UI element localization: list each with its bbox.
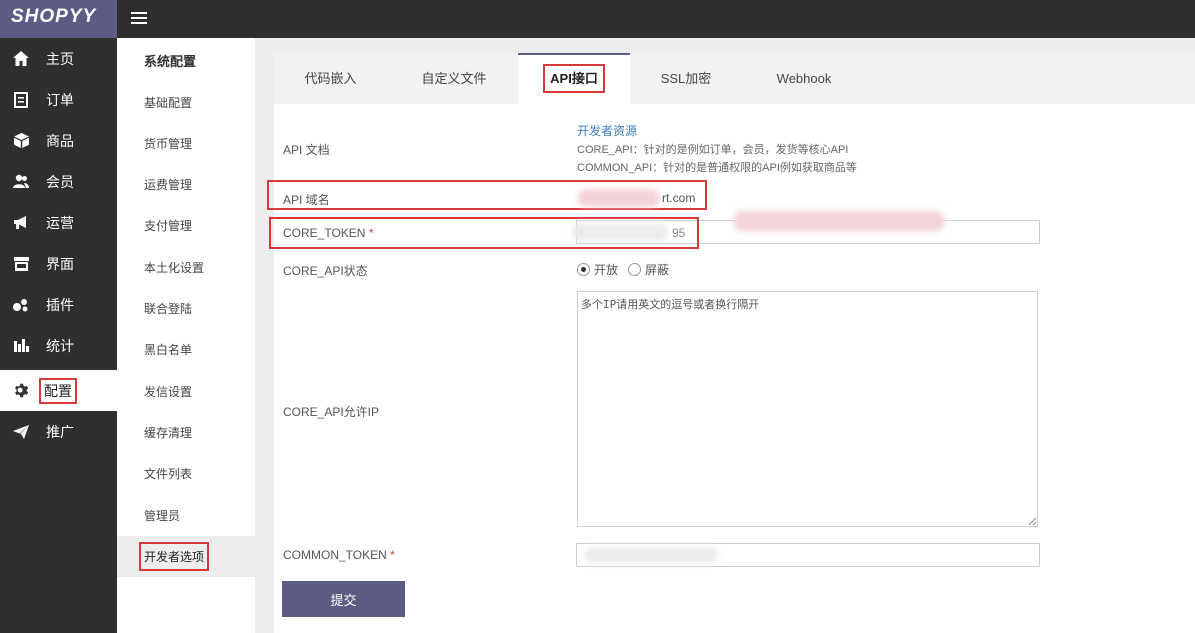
subnav-label: 联合登陆 <box>144 302 193 316</box>
core-api-status-label: CORE_API状态 <box>283 264 368 278</box>
radio-block-label: 屏蔽 <box>645 263 670 277</box>
nav-item-config[interactable]: 配置 <box>0 370 117 411</box>
subnav-item-blacklist[interactable]: 黑白名单 <box>117 329 255 370</box>
tab-webhook[interactable]: Webhook <box>746 53 862 104</box>
subnav-label: 开发者选项 <box>139 542 210 571</box>
radio-open[interactable] <box>577 263 590 276</box>
secondary-sidebar: 系统配置 基础配置 货币管理 运费管理 支付管理 本土化设置 联合登陆 黑白名单… <box>117 38 255 633</box>
tab-bar: 代码嵌入 自定义文件 API接口 SSL加密 Webhook <box>274 53 1195 104</box>
subnav-label: 本土化设置 <box>144 261 205 275</box>
nav-label: 会员 <box>46 173 74 190</box>
tab-ssl[interactable]: SSL加密 <box>630 53 742 104</box>
subnav-label: 运费管理 <box>144 178 193 192</box>
allowed-ip-label: CORE_API允许IP <box>283 405 380 419</box>
nav-label: 配置 <box>39 377 77 404</box>
subnav-item-developer[interactable]: 开发者选项 <box>117 536 255 577</box>
subnav-label: 黑白名单 <box>144 343 193 357</box>
nav-item-members[interactable]: 会员 <box>0 161 117 202</box>
storefront-icon <box>12 255 30 273</box>
primary-sidebar: 主页 订单 商品 会员 运营 界面 插件 统计 配置 推广 <box>0 38 117 633</box>
api-doc-label: API 文档 <box>283 143 330 157</box>
nav-label: 主页 <box>46 50 74 67</box>
nav-label: 界面 <box>46 255 74 272</box>
plugin-icon <box>12 296 30 314</box>
allowed-ip-textarea[interactable] <box>577 291 1038 527</box>
nav-label: 订单 <box>46 91 74 108</box>
nav-item-statistics[interactable]: 统计 <box>0 325 117 366</box>
subnav-label: 货币管理 <box>144 137 193 151</box>
tab-api[interactable]: API接口 <box>518 53 630 104</box>
redacted-token-overlay <box>734 211 944 231</box>
core-api-status-radios: 开放 屏蔽 <box>577 261 669 278</box>
box-icon <box>12 132 30 150</box>
radio-block[interactable] <box>628 263 642 276</box>
nav-item-operations[interactable]: 运营 <box>0 202 117 243</box>
top-bar: SHOPYY <box>0 0 1195 38</box>
subnav-label: 管理员 <box>144 509 181 523</box>
common-token-label: COMMON_TOKEN * <box>283 548 395 562</box>
core-token-label: CORE_TOKEN * <box>283 226 373 240</box>
common-api-note: COMMON_API：针对的是普通权限的API例如获取商品等 <box>577 162 857 174</box>
required-mark: * <box>390 548 395 562</box>
nav-item-promotion[interactable]: 推广 <box>0 411 117 452</box>
tab-label: API接口 <box>543 64 605 93</box>
hamburger-menu-icon[interactable] <box>131 9 147 29</box>
nav-label: 运营 <box>46 214 74 231</box>
subnav-item-cache[interactable]: 缓存清理 <box>117 412 255 453</box>
nav-label: 商品 <box>46 132 74 149</box>
subnav-item-currency[interactable]: 货币管理 <box>117 123 255 164</box>
subnav-item-files[interactable]: 文件列表 <box>117 453 255 494</box>
radio-open-label: 开放 <box>594 263 619 277</box>
subnav-header: 系统配置 <box>144 54 197 69</box>
subnav-item-admins[interactable]: 管理员 <box>117 495 255 536</box>
subnav-item-shipping[interactable]: 运费管理 <box>117 164 255 205</box>
api-domain-label: API 域名 <box>283 193 330 207</box>
subnav-label: 文件列表 <box>144 467 193 481</box>
nav-item-interface[interactable]: 界面 <box>0 243 117 284</box>
subnav-label: 发信设置 <box>144 385 193 399</box>
subnav-label: 支付管理 <box>144 219 193 233</box>
subnav-item-basic-config[interactable]: 基础配置 <box>117 82 255 123</box>
nav-item-orders[interactable]: 订单 <box>0 79 117 120</box>
required-mark: * <box>368 226 374 240</box>
nav-label: 统计 <box>46 337 74 354</box>
subnav-label: 缓存清理 <box>144 426 193 440</box>
subnav-item-localization[interactable]: 本土化设置 <box>117 247 255 288</box>
nav-item-products[interactable]: 商品 <box>0 120 117 161</box>
order-icon <box>12 91 30 109</box>
subnav-item-mail[interactable]: 发信设置 <box>117 371 255 412</box>
nav-label: 插件 <box>46 296 74 313</box>
subnav-item-payment[interactable]: 支付管理 <box>117 205 255 246</box>
resize-handle-icon[interactable] <box>1028 517 1037 526</box>
tab-code-embed[interactable]: 代码嵌入 <box>274 53 387 104</box>
main-content: 代码嵌入 自定义文件 API接口 SSL加密 Webhook API 文档 开发… <box>267 53 1195 633</box>
nav-label: 推广 <box>46 423 74 440</box>
api-domain-value: rt.com <box>662 191 696 205</box>
nav-item-home[interactable]: 主页 <box>0 38 117 79</box>
core-token-label-text: CORE_TOKEN <box>283 226 366 240</box>
core-token-value: 95 <box>672 226 686 240</box>
redacted-core-token <box>572 223 668 241</box>
core-api-note: CORE_API：针对的是例如订单，会员，发货等核心API <box>577 144 849 156</box>
bar-chart-icon <box>12 337 30 355</box>
paper-plane-icon <box>12 423 30 441</box>
submit-button[interactable]: 提交 <box>282 581 405 617</box>
megaphone-icon <box>12 214 30 232</box>
subnav-label: 基础配置 <box>144 96 193 110</box>
tab-custom-files[interactable]: 自定义文件 <box>395 53 513 104</box>
developer-resources-link[interactable]: 开发者资源 <box>577 122 637 139</box>
common-token-label-text: COMMON_TOKEN <box>283 548 387 562</box>
redacted-domain <box>578 189 660 207</box>
users-icon <box>12 173 30 191</box>
nav-item-plugins[interactable]: 插件 <box>0 284 117 325</box>
logo[interactable]: SHOPYY <box>0 0 117 38</box>
redacted-common-token <box>584 547 718 563</box>
subnav-item-social-login[interactable]: 联合登陆 <box>117 288 255 329</box>
gear-icon <box>12 382 30 400</box>
home-icon <box>12 50 30 68</box>
